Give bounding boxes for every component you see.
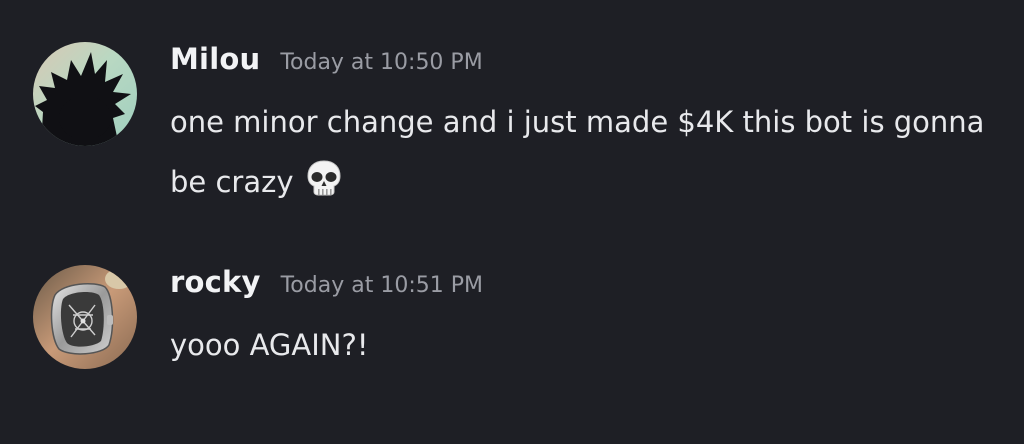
- avatar-image: [33, 42, 137, 146]
- message-content: one minor change and i just made $4K thi…: [170, 92, 1000, 212]
- message-text: yooo AGAIN?!: [170, 328, 369, 362]
- chat-message-list: Milou Today at 10:50 PM one minor change…: [0, 0, 1024, 444]
- username[interactable]: Milou: [170, 42, 260, 76]
- avatar[interactable]: [33, 42, 137, 146]
- timestamp[interactable]: Today at 10:50 PM: [280, 50, 482, 75]
- message-text: one minor change and i just made $4K thi…: [170, 105, 985, 199]
- message-header: rocky Today at 10:51 PM: [170, 265, 483, 299]
- username[interactable]: rocky: [170, 265, 261, 299]
- skull-emoji-icon: [304, 158, 344, 198]
- message-content: yooo AGAIN?!: [170, 315, 1000, 375]
- avatar-image: [33, 265, 137, 369]
- timestamp[interactable]: Today at 10:51 PM: [281, 273, 483, 298]
- avatar[interactable]: [33, 265, 137, 369]
- message-header: Milou Today at 10:50 PM: [170, 42, 483, 76]
